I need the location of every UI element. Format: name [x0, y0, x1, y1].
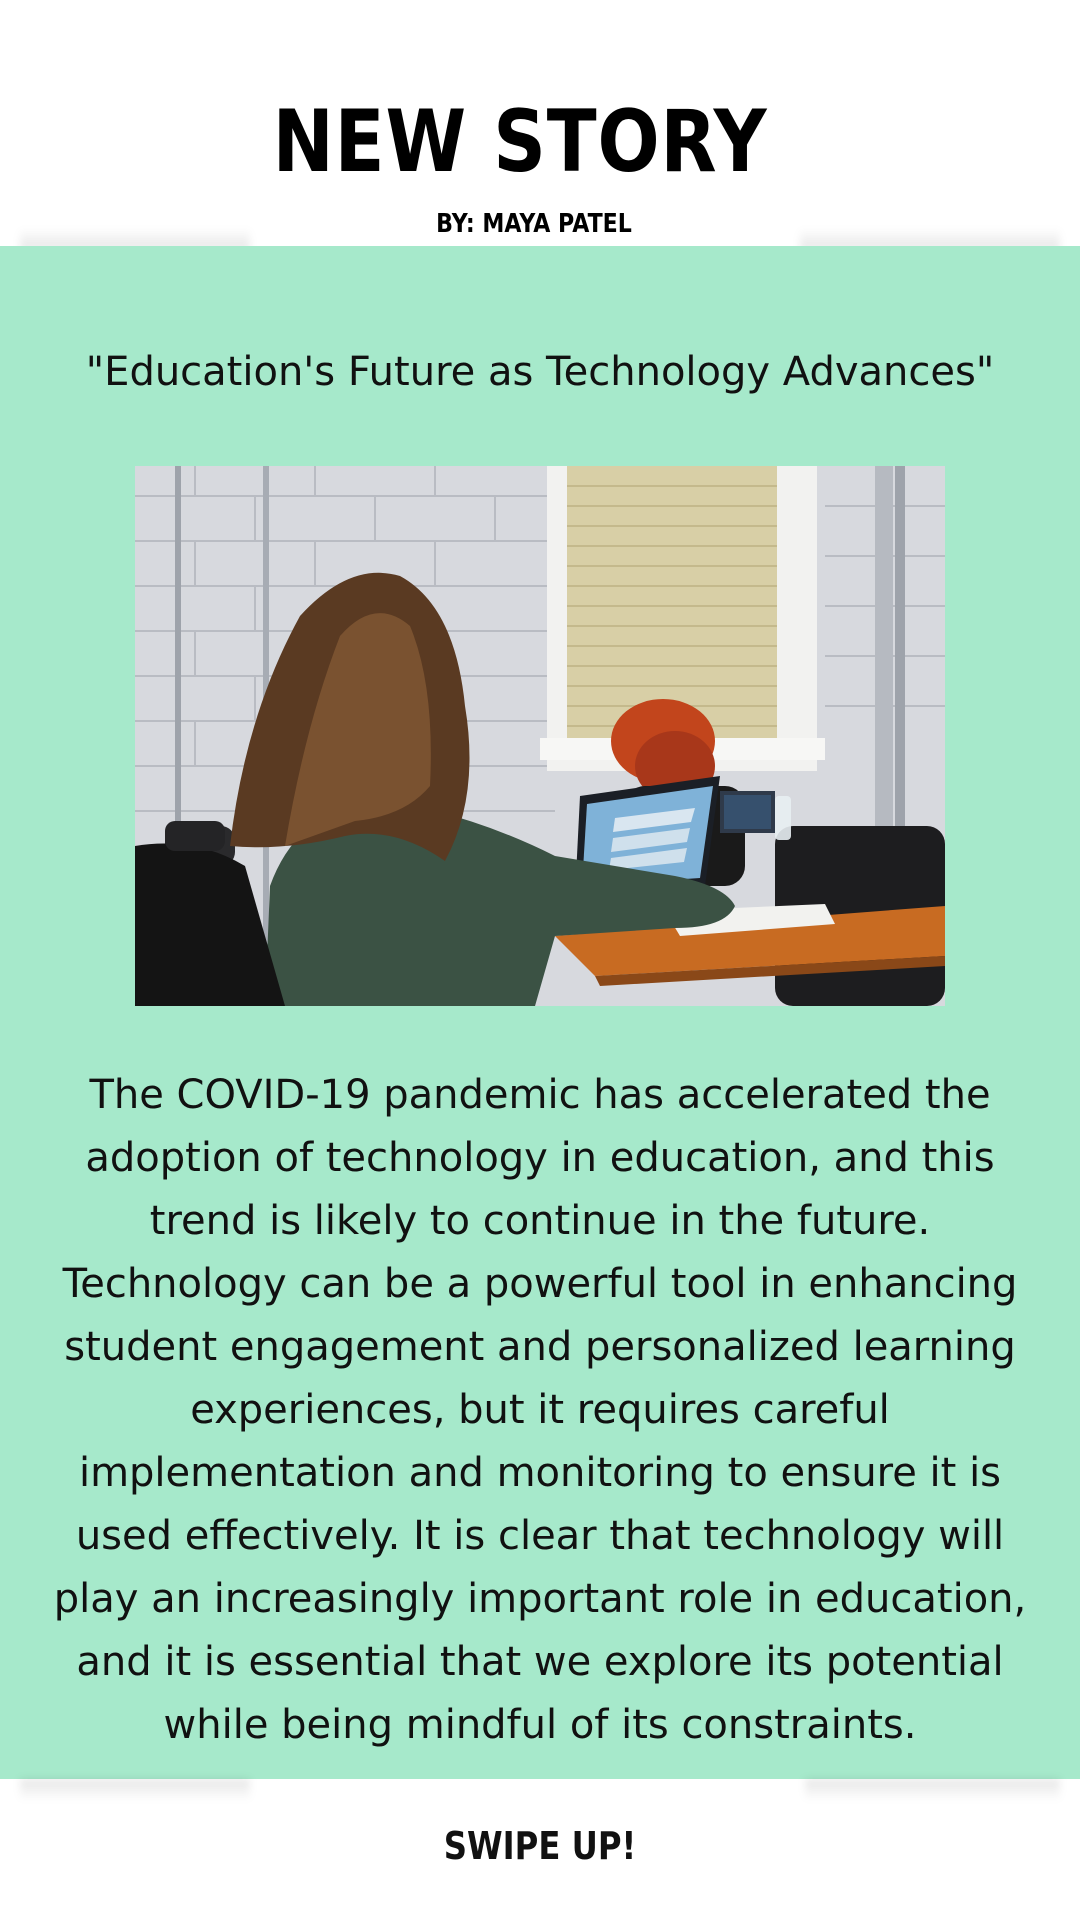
story-title: NEW STORY [272, 92, 768, 192]
panel-bottom-shadow-right [805, 1779, 1060, 1801]
classroom-photo [135, 466, 945, 1006]
classroom-photo-illustration [135, 466, 945, 1006]
article-body: The COVID-19 pandemic has accelerated th… [53, 1072, 1027, 1748]
swipe-up-cta[interactable]: SWIPE UP! [81, 1822, 999, 1870]
story-panel: "Education's Future as Technology Advanc… [0, 246, 1080, 1779]
panel-bottom-shadow-left [20, 1779, 250, 1801]
article-headline: "Education's Future as Technology Advanc… [85, 349, 995, 395]
